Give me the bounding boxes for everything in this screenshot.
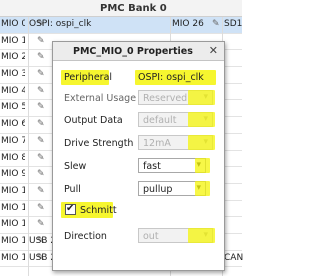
pin-name: MIO 6	[1, 119, 25, 130]
schmitt-checkbox[interactable]	[65, 203, 76, 215]
pull-value: pullup	[143, 184, 173, 195]
pin-name: MIO 8	[1, 152, 25, 163]
table-row[interactable]: MIO 0 ✎ OSPI: ospi_clk MIO 26 ✎ SD1	[0, 17, 242, 34]
external-usage-value: Reserved	[143, 93, 188, 104]
drive-strength-label: Drive Strength	[64, 138, 134, 149]
edit-pencil-icon[interactable]: ✎	[37, 86, 45, 96]
edit-pencil-icon[interactable]: ✎	[37, 136, 45, 146]
close-icon[interactable]: ✕	[209, 44, 218, 57]
pin-name: MIO 13	[1, 235, 25, 246]
edit-pencil-icon[interactable]: ✎	[37, 219, 45, 229]
pin-name: MIO 3	[1, 69, 25, 80]
direction-label: Direction	[64, 231, 107, 242]
pin-name: MIO 11	[1, 202, 25, 213]
pin-name: MIO 2	[1, 52, 25, 63]
edit-pencil-icon[interactable]: ✎	[37, 36, 45, 46]
pin-name: MIO 14	[1, 252, 25, 263]
edit-pencil-icon[interactable]: ✎	[37, 52, 45, 62]
output-data-value: default	[143, 115, 177, 126]
bank-title: PMC Bank 0	[100, 3, 167, 14]
edit-pencil-icon[interactable]: ✎	[37, 102, 45, 112]
output-data-label: Output Data	[64, 115, 123, 126]
direction-value: out	[143, 231, 159, 242]
highlight-mark	[195, 158, 210, 173]
highlight-mark	[195, 181, 210, 196]
pin-name: MIO 7	[1, 135, 25, 146]
pin-name: MIO 0	[1, 19, 25, 29]
pin-function: SD1	[224, 19, 243, 29]
pin-function: CAN	[224, 252, 244, 263]
drive-strength-value: 12mA	[143, 138, 171, 149]
pin-name: MIO 10	[1, 185, 25, 196]
pin-name: MIO 4	[1, 85, 25, 96]
pin-function: OSPI: ospi_clk	[29, 19, 92, 29]
peripheral-value: OSPI: ospi_clk	[138, 72, 204, 83]
edit-pencil-icon[interactable]: ✎	[37, 186, 45, 196]
peripheral-label: Peripheral	[64, 72, 113, 83]
edit-pencil-icon[interactable]: ✎	[37, 153, 45, 163]
pull-label: Pull	[64, 184, 81, 195]
pin-name: MIO 1	[1, 35, 25, 46]
edit-pencil-icon[interactable]: ✎	[212, 19, 220, 29]
slew-value: fast	[143, 161, 161, 172]
edit-pencil-icon[interactable]: ✎	[37, 169, 45, 179]
pin-name: MIO 12	[1, 219, 25, 230]
dialog-title: PMC_MIO_0 Properties	[73, 46, 193, 57]
bank-header: PMC Bank 0	[0, 0, 242, 17]
pin-name: MIO 9	[1, 169, 25, 180]
highlight-mark	[188, 112, 215, 127]
highlight-mark	[188, 228, 215, 243]
highlight-mark	[188, 135, 215, 150]
highlight-mark	[188, 90, 215, 105]
edit-pencil-icon[interactable]: ✎	[37, 203, 45, 213]
slew-label: Slew	[64, 161, 87, 172]
pin-name: MIO 26	[172, 19, 204, 29]
edit-pencil-icon[interactable]: ✎	[37, 69, 45, 79]
column-divider	[28, 17, 29, 276]
pin-name: MIO 5	[1, 102, 25, 113]
properties-dialog: PMC_MIO_0 Properties ✕ Peripheral OSPI: …	[52, 41, 225, 271]
schmitt-label: Schmitt	[80, 205, 117, 216]
dialog-titlebar[interactable]: PMC_MIO_0 Properties ✕	[53, 42, 224, 61]
external-usage-label: External Usage	[64, 93, 137, 104]
edit-pencil-icon[interactable]: ✎	[37, 119, 45, 129]
